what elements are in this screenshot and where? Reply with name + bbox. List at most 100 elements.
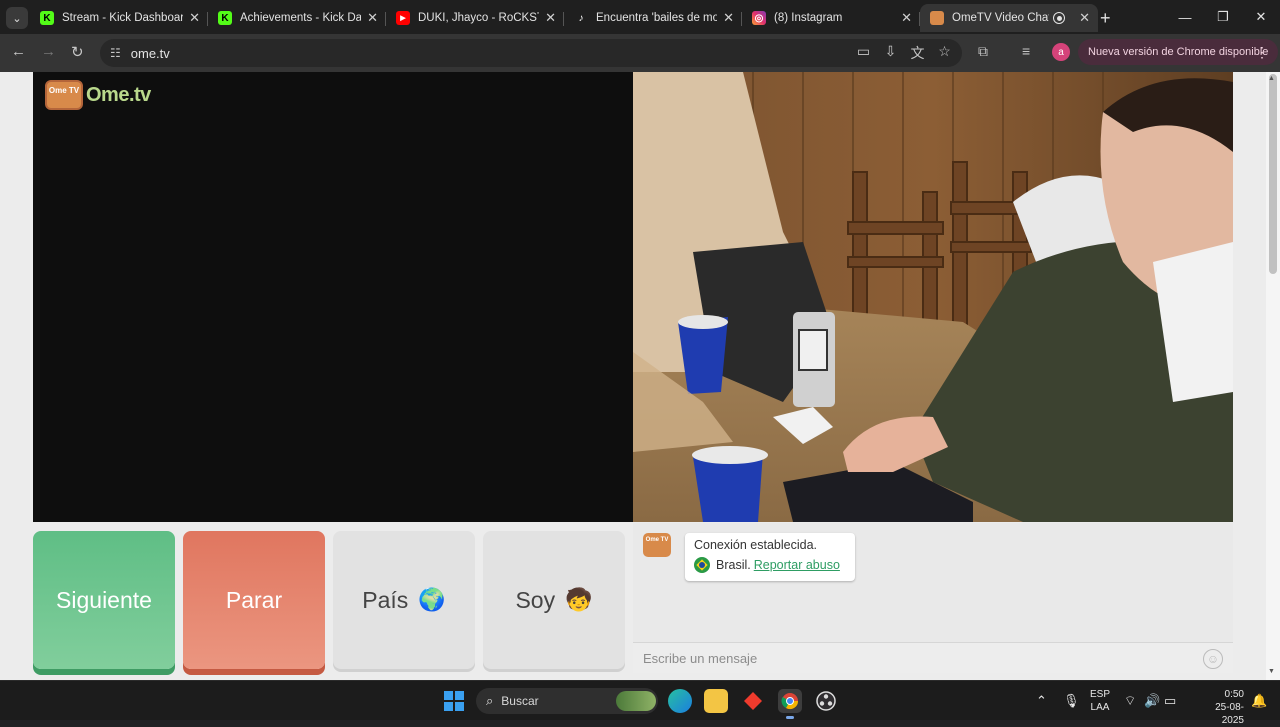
profile-avatar[interactable]: a (1052, 43, 1070, 61)
url-text[interactable]: ome.tv (131, 46, 170, 61)
close-icon[interactable]: ✕ (545, 10, 556, 26)
windows-taskbar: ⌕ Buscar ⌃ 🎙 ESP LAA ⌔ 🔊 ▭ 0:50 25-08-20… (0, 680, 1280, 726)
tab-title: (8) Instagram (774, 12, 843, 24)
stop-button[interactable]: Parar (183, 531, 325, 669)
window-controls: — ❐ ✕ (1166, 0, 1280, 34)
windows-start-icon[interactable] (444, 691, 464, 711)
next-button-label: Siguiente (56, 586, 152, 613)
close-icon[interactable]: ✕ (367, 10, 378, 26)
clock-time: 0:50 (1224, 689, 1244, 700)
ometv-chat-icon: Ome TV (643, 533, 671, 557)
minimize-icon[interactable]: — (1166, 0, 1204, 34)
kick-icon: K (218, 11, 232, 25)
instagram-icon: ◎ (752, 11, 766, 25)
message-input[interactable]: Escribe un mensaje ☺ (633, 642, 1233, 673)
forward-icon[interactable]: → (41, 43, 56, 60)
page-content: Ome TV Ome.tv Siguiente Parar País 🌍 Soy… (0, 72, 1280, 680)
partner-info: Brasil. Reportar abuso (694, 557, 846, 573)
tab-youtube[interactable]: ▶ DUKI, Jhayco - RoCKSTAR ✕ (386, 4, 564, 32)
wifi-icon[interactable]: ⌔ (1124, 681, 1136, 721)
country-button-label: País (362, 586, 409, 613)
page-scrollbar[interactable] (1266, 72, 1280, 680)
camera-icon[interactable]: ▭ (856, 43, 871, 63)
kick-icon: K (40, 11, 54, 25)
system-clock[interactable]: 0:50 25-08-2025 (1196, 688, 1244, 727)
tab-search-button[interactable]: ⌄ (6, 7, 28, 29)
emoji-icon[interactable]: ☺ (1203, 649, 1223, 669)
omnibox-actions: ▭ ⇩ 文 ☆ (856, 43, 952, 63)
remote-video-frame (633, 72, 1233, 522)
boy-icon: 🧒 (565, 587, 593, 612)
logo-text: Ome.tv (86, 83, 151, 106)
scroll-up-icon[interactable]: ▲ (1268, 75, 1275, 82)
scroll-down-icon[interactable]: ▼ (1268, 668, 1275, 675)
scrollbar-thumb[interactable] (1269, 74, 1277, 274)
connection-status: Conexión establecida. (694, 538, 817, 552)
tab-instagram[interactable]: ◎ (8) Instagram ✕ (742, 4, 920, 32)
search-label: Buscar (501, 694, 539, 708)
microphone-icon[interactable]: 🎙 (1063, 681, 1080, 721)
clock-date: 25-08-2025 (1215, 702, 1244, 726)
bookmark-star-icon[interactable]: ☆ (937, 43, 952, 63)
extensions-icon[interactable]: ⧉ (978, 43, 988, 60)
install-app-icon[interactable]: ⇩ (883, 43, 898, 63)
close-icon[interactable]: ✕ (189, 10, 200, 26)
gender-button[interactable]: Soy 🧒 (483, 531, 625, 669)
tab-kick-stream[interactable]: K Stream - Kick Dashboard ✕ (30, 4, 208, 32)
search-icon: ⌕ (486, 693, 494, 708)
search-highlight-image (616, 691, 656, 711)
local-video: Ome TV Ome.tv (33, 72, 633, 522)
gender-button-label: Soy (515, 586, 556, 613)
site-info-icon[interactable]: ☷ (110, 46, 121, 60)
keyboard-layout: LAA (1090, 702, 1110, 713)
input-language[interactable]: ESP LAA (1090, 688, 1110, 714)
close-icon[interactable]: ✕ (901, 10, 912, 26)
close-icon[interactable]: ✕ (1079, 10, 1090, 26)
tiktok-icon: ♪ (578, 12, 584, 24)
translate-icon[interactable]: 文 (910, 43, 925, 63)
tab-tiktok[interactable]: ♪ Encuentra 'bailes de motin ✕ (564, 4, 742, 32)
tab-title: Achievements - Kick Dashbo (240, 12, 362, 24)
partner-country: Brasil. (716, 558, 751, 572)
file-explorer-icon[interactable] (704, 689, 728, 713)
tab-title: Stream - Kick Dashboard (62, 12, 184, 24)
volume-icon[interactable]: 🔊 (1144, 681, 1160, 721)
next-button[interactable]: Siguiente (33, 531, 175, 669)
new-tab-button[interactable]: + (1100, 8, 1111, 29)
ometv-icon (930, 11, 944, 25)
chrome-update-button[interactable]: Nueva versión de Chrome disponible (1078, 39, 1279, 65)
chrome-icon[interactable] (778, 689, 802, 719)
address-bar[interactable]: ☷ ome.tv (100, 39, 962, 67)
reload-icon[interactable]: ↻ (71, 43, 84, 61)
tab-list: K Stream - Kick Dashboard ✕ K Achievemen… (30, 4, 1098, 34)
maximize-icon[interactable]: ❐ (1204, 0, 1242, 34)
battery-icon[interactable]: ▭ (1164, 681, 1176, 721)
ometv-logo[interactable]: Ome TV Ome.tv (45, 80, 151, 110)
close-window-icon[interactable]: ✕ (1242, 0, 1280, 34)
ometv-tv-icon: Ome TV (45, 80, 83, 110)
back-icon[interactable]: ← (11, 43, 26, 60)
tab-title: DUKI, Jhayco - RoCKSTAR (418, 12, 539, 24)
anydesk-icon[interactable] (741, 689, 765, 713)
taskbar-search[interactable]: ⌕ Buscar (476, 688, 658, 714)
menu-icon[interactable]: ⋮ (1255, 44, 1269, 61)
stop-button-label: Parar (225, 586, 283, 613)
notifications-icon[interactable]: 🔔 (1251, 681, 1267, 721)
country-button[interactable]: País 🌍 (333, 531, 475, 669)
youtube-icon: ▶ (396, 11, 410, 25)
language-code: ESP (1090, 689, 1111, 700)
tab-strip: ⌄ K Stream - Kick Dashboard ✕ K Achievem… (0, 0, 1280, 34)
obs-icon[interactable] (814, 689, 838, 713)
globe-icon: 🌍 (418, 587, 446, 612)
reading-list-icon[interactable]: ≡ (1022, 43, 1030, 59)
system-message: Conexión establecida. Brasil. Reportar a… (685, 533, 855, 581)
report-abuse-link[interactable]: Reportar abuso (754, 558, 840, 572)
show-hidden-icons[interactable]: ⌃ (1036, 681, 1047, 721)
edge-icon[interactable] (668, 689, 692, 713)
message-placeholder: Escribe un mensaje (643, 650, 758, 666)
chat-panel: Ome TV Conexión establecida. Brasil. Rep… (633, 523, 1233, 673)
tab-kick-achievements[interactable]: K Achievements - Kick Dashbo ✕ (208, 4, 386, 32)
close-icon[interactable]: ✕ (723, 10, 734, 26)
tab-title: Encuentra 'bailes de motin (596, 12, 718, 24)
tab-ometv[interactable]: OmeTV Video Chat — ✕ (920, 4, 1098, 32)
